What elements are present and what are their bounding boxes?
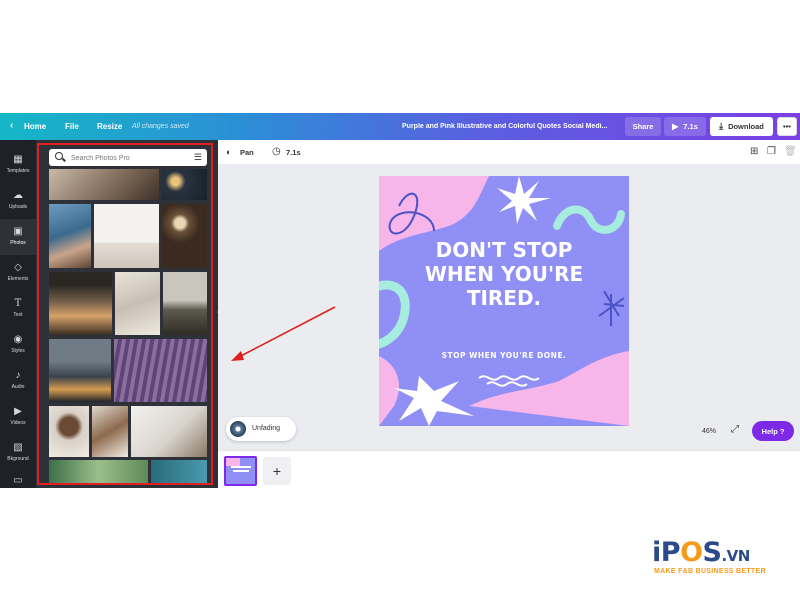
rail-label: Styles [11, 348, 25, 354]
fullscreen-icon[interactable]: ⤢ [731, 424, 739, 435]
page-thumbnail-text [233, 470, 249, 472]
audio-track-pill[interactable]: Unfading [226, 417, 296, 441]
trash-icon[interactable]: 🗑 [784, 146, 797, 157]
image-icon: ▣ [13, 226, 23, 237]
ipos-logo: iPOS.VN [652, 537, 750, 568]
logo-letter: P [660, 537, 681, 568]
rail-item-folder[interactable]: ▭ [0, 471, 36, 488]
resize-menu[interactable]: Resize [97, 122, 122, 131]
design-canvas[interactable]: DON'T STOP WHEN YOU'RE TIRED. STOP WHEN … [379, 176, 629, 426]
upload-icon: ☁ [13, 190, 23, 201]
document-title[interactable]: Purple and Pink Illustrative and Colorfu… [402, 123, 614, 130]
pan-label[interactable]: Pan [240, 148, 254, 157]
background-icon: ▧ [13, 442, 23, 453]
home-menu[interactable]: Home [24, 122, 46, 131]
rail-item-elements[interactable]: ◇ Elements [0, 255, 36, 291]
palette-icon: ◉ [13, 334, 23, 345]
zoom-level[interactable]: 46% [702, 428, 716, 435]
rail-label: Templates [6, 168, 30, 174]
editor-toolbar [218, 140, 800, 165]
add-page-button[interactable]: + [263, 457, 291, 485]
help-button[interactable]: Help ? [752, 421, 794, 441]
rail-label: Text [13, 312, 23, 318]
pan-icon[interactable]: ◐ [226, 147, 231, 157]
share-button[interactable]: Share [625, 117, 661, 136]
logo-tagline: MAKE F&B BUSINESS BETTER [654, 568, 766, 575]
rail-item-videos[interactable]: ▶ Videos [0, 399, 36, 435]
play-button[interactable]: ▶ 7.1s [664, 117, 706, 136]
more-options-button[interactable]: ••• [777, 117, 797, 136]
rail-item-styles[interactable]: ◉ Styles [0, 327, 36, 363]
design-headline[interactable]: DON'T STOP WHEN YOU'RE TIRED. [379, 238, 629, 310]
highlight-box [37, 143, 213, 485]
side-rail: ▦ Templates ☁ Uploads ▣ Photos ◇ Element… [0, 140, 36, 488]
rail-item-audio[interactable]: ♪ Audio [0, 363, 36, 399]
pages-strip [218, 450, 800, 489]
headline-line: TIRED. [466, 286, 542, 310]
annotation-arrow [231, 306, 336, 361]
rail-item-background[interactable]: ▧ Bkground [0, 435, 36, 471]
rail-item-text[interactable]: T Text [0, 291, 36, 327]
headline-line: DON'T STOP [435, 238, 573, 262]
video-icon: ▶ [14, 406, 22, 417]
page-thumbnail-text [231, 466, 251, 468]
rail-label: Videos [10, 420, 26, 426]
text-icon: T [14, 298, 22, 309]
play-duration: 7.1s [683, 122, 698, 131]
save-status: All changes saved [132, 123, 189, 130]
music-icon: ♪ [15, 370, 21, 381]
logo-letter: O [680, 537, 703, 568]
logo-letter: S [702, 537, 722, 568]
rail-label: Bkground [7, 456, 29, 462]
rail-label: Audio [11, 384, 25, 390]
rail-label: Photos [10, 240, 26, 246]
download-button[interactable]: ⤓ Download [710, 117, 773, 136]
audio-disc-icon [230, 421, 246, 437]
rail-item-templates[interactable]: ▦ Templates [0, 147, 36, 183]
rail-item-photos[interactable]: ▣ Photos [0, 219, 36, 255]
rail-label: Elements [7, 276, 29, 282]
page-thumbnail[interactable] [224, 456, 257, 486]
templates-icon: ▦ [13, 154, 23, 165]
shapes-icon: ◇ [14, 262, 22, 273]
file-menu[interactable]: File [65, 122, 79, 131]
back-chevron-icon[interactable]: ‹ [10, 120, 13, 131]
audio-track-label: Unfading [252, 425, 281, 432]
add-page-icon[interactable]: ⊞ [750, 146, 758, 157]
download-icon: ⤓ [719, 121, 724, 131]
page-thumbnail-pink [226, 458, 240, 466]
rail-label: Uploads [8, 204, 28, 210]
duplicate-icon[interactable]: ❐ [767, 146, 776, 157]
logo-domain: .VN [721, 547, 750, 565]
timer-icon[interactable]: ◷ [272, 146, 281, 157]
top-toolbar: ‹ Home File Resize All changes saved Pur… [0, 113, 800, 140]
logo-letter: i [652, 537, 661, 568]
timer-label[interactable]: 7.1s [286, 148, 301, 157]
rail-item-uploads[interactable]: ☁ Uploads [0, 183, 36, 219]
play-icon: ▶ [672, 122, 679, 131]
headline-line: WHEN YOU'RE [424, 262, 584, 286]
folder-icon: ▭ [13, 475, 23, 486]
download-label: Download [728, 122, 764, 131]
design-subtitle[interactable]: STOP WHEN YOU'RE DONE. [379, 351, 629, 360]
